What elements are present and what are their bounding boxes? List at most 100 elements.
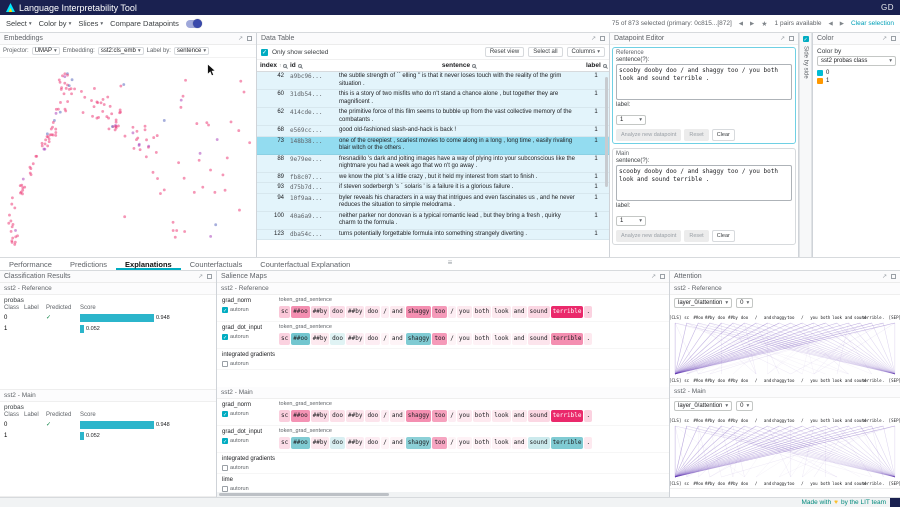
salience-token[interactable]: too: [432, 306, 447, 318]
scatter-point[interactable]: [136, 130, 139, 133]
scatter-point[interactable]: [177, 161, 180, 164]
column-header-id[interactable]: id: [287, 61, 335, 70]
scatter-point[interactable]: [163, 188, 166, 191]
scatter-point[interactable]: [102, 98, 105, 101]
scatter-point[interactable]: [58, 79, 61, 82]
scatter-point[interactable]: [199, 152, 202, 155]
autorun-checkbox[interactable]: ✓: [222, 334, 228, 340]
analyze-new-datapoint-button[interactable]: Analyze new datapoint: [616, 230, 681, 242]
salience-token[interactable]: doo: [365, 333, 380, 345]
maximize-icon[interactable]: [789, 36, 794, 41]
salience-token[interactable]: terrible: [551, 410, 584, 422]
search-icon[interactable]: [603, 64, 607, 68]
salience-token[interactable]: and: [512, 437, 527, 449]
scatter-point[interactable]: [20, 191, 23, 194]
salience-token[interactable]: ##by: [311, 333, 329, 345]
scatter-point[interactable]: [82, 111, 85, 114]
salience-token[interactable]: too: [432, 410, 447, 422]
scatter-point[interactable]: [8, 214, 11, 217]
scatter-point[interactable]: [14, 229, 17, 232]
scatter-point[interactable]: [66, 74, 69, 77]
salience-token[interactable]: you: [457, 333, 472, 345]
scatter-point[interactable]: [14, 241, 17, 244]
scatter-point[interactable]: [70, 87, 73, 90]
only-show-selected-checkbox[interactable]: ✓: [261, 49, 268, 56]
scatter-point[interactable]: [132, 131, 135, 134]
scatter-point[interactable]: [50, 128, 53, 131]
salience-token[interactable]: shaggy: [406, 333, 432, 345]
scatter-point[interactable]: [201, 186, 204, 189]
scatter-point[interactable]: [41, 142, 44, 145]
salience-token[interactable]: look: [492, 410, 510, 422]
scatter-point[interactable]: [108, 127, 111, 130]
scatter-point[interactable]: [64, 108, 67, 111]
scatter-point[interactable]: [155, 151, 158, 154]
salience-token[interactable]: .: [584, 306, 592, 318]
scatter-point[interactable]: [103, 103, 106, 106]
scatter-point[interactable]: [11, 196, 14, 199]
scatter-point[interactable]: [123, 215, 126, 218]
scatter-point[interactable]: [59, 101, 62, 104]
popout-icon[interactable]: ↗: [882, 35, 887, 42]
scatter-point[interactable]: [243, 91, 246, 94]
scatter-point[interactable]: [80, 90, 83, 93]
salience-token[interactable]: sound: [528, 333, 550, 345]
scatter-point[interactable]: [193, 191, 196, 194]
scatter-point[interactable]: [115, 121, 118, 124]
scatter-point[interactable]: [195, 122, 198, 125]
salience-token[interactable]: shaggy: [406, 410, 432, 422]
scatter-point[interactable]: [133, 147, 136, 150]
salience-token[interactable]: terrible: [551, 437, 584, 449]
select-all-button[interactable]: Select all: [528, 47, 562, 57]
scatter-point[interactable]: [172, 229, 175, 232]
analyze-new-datapoint-button[interactable]: Analyze new datapoint: [616, 129, 681, 141]
scatter-point[interactable]: [52, 134, 55, 137]
scatter-point[interactable]: [23, 186, 26, 189]
autorun-control[interactable]: ✓autorun: [222, 334, 277, 340]
scatter-point[interactable]: [175, 229, 178, 232]
salience-token[interactable]: look: [492, 333, 510, 345]
salience-token[interactable]: /: [448, 437, 456, 449]
reset-button[interactable]: Reset: [684, 230, 708, 242]
next-pair-icon[interactable]: ▶: [840, 21, 844, 27]
salience-token[interactable]: ##oo: [291, 333, 309, 345]
scatter-point[interactable]: [54, 134, 57, 137]
scatter-point[interactable]: [105, 115, 108, 118]
salience-token[interactable]: and: [390, 437, 405, 449]
scatter-point[interactable]: [109, 105, 112, 108]
scatter-point[interactable]: [182, 95, 185, 98]
salience-token[interactable]: sc: [279, 333, 290, 345]
salience-token[interactable]: ##by: [346, 306, 364, 318]
compare-datapoints-toggle[interactable]: [186, 20, 202, 28]
salience-token[interactable]: and: [512, 410, 527, 422]
salience-token[interactable]: you: [457, 437, 472, 449]
popout-icon[interactable]: ↗: [591, 35, 596, 42]
scatter-point[interactable]: [180, 99, 183, 102]
table-row[interactable]: 68e569cc...good old-fashioned slash-and-…: [257, 126, 609, 137]
scatter-point[interactable]: [96, 117, 99, 120]
scatter-point[interactable]: [239, 80, 242, 83]
clear-button[interactable]: Clear: [712, 230, 735, 242]
salience-token[interactable]: sc: [279, 437, 290, 449]
scatter-point[interactable]: [93, 105, 96, 108]
popout-icon[interactable]: ↗: [238, 35, 243, 42]
salience-token[interactable]: ##by: [346, 410, 364, 422]
table-row[interactable]: 73148b38...one of the creepiest , scarie…: [257, 137, 609, 155]
scatter-point[interactable]: [138, 144, 141, 147]
column-header-label[interactable]: label: [583, 61, 609, 70]
user-avatar[interactable]: GD: [881, 3, 894, 12]
scatter-point[interactable]: [124, 135, 127, 138]
scatter-point[interactable]: [54, 131, 57, 134]
salience-token[interactable]: ##by: [311, 306, 329, 318]
salience-token[interactable]: /: [448, 410, 456, 422]
tab-explanations[interactable]: Explanations: [116, 258, 181, 270]
scatter-point[interactable]: [7, 222, 10, 225]
scatter-point[interactable]: [10, 203, 13, 206]
table-row[interactable]: 9410f9aa...byler reveals his characters …: [257, 194, 609, 212]
tab-counterfactuals[interactable]: Counterfactuals: [181, 258, 252, 270]
salience-token[interactable]: /: [448, 306, 456, 318]
columns-button[interactable]: Columns▾: [567, 47, 605, 57]
scatter-point[interactable]: [70, 92, 73, 95]
salience-token[interactable]: doo: [365, 306, 380, 318]
scatter-point[interactable]: [34, 155, 37, 158]
